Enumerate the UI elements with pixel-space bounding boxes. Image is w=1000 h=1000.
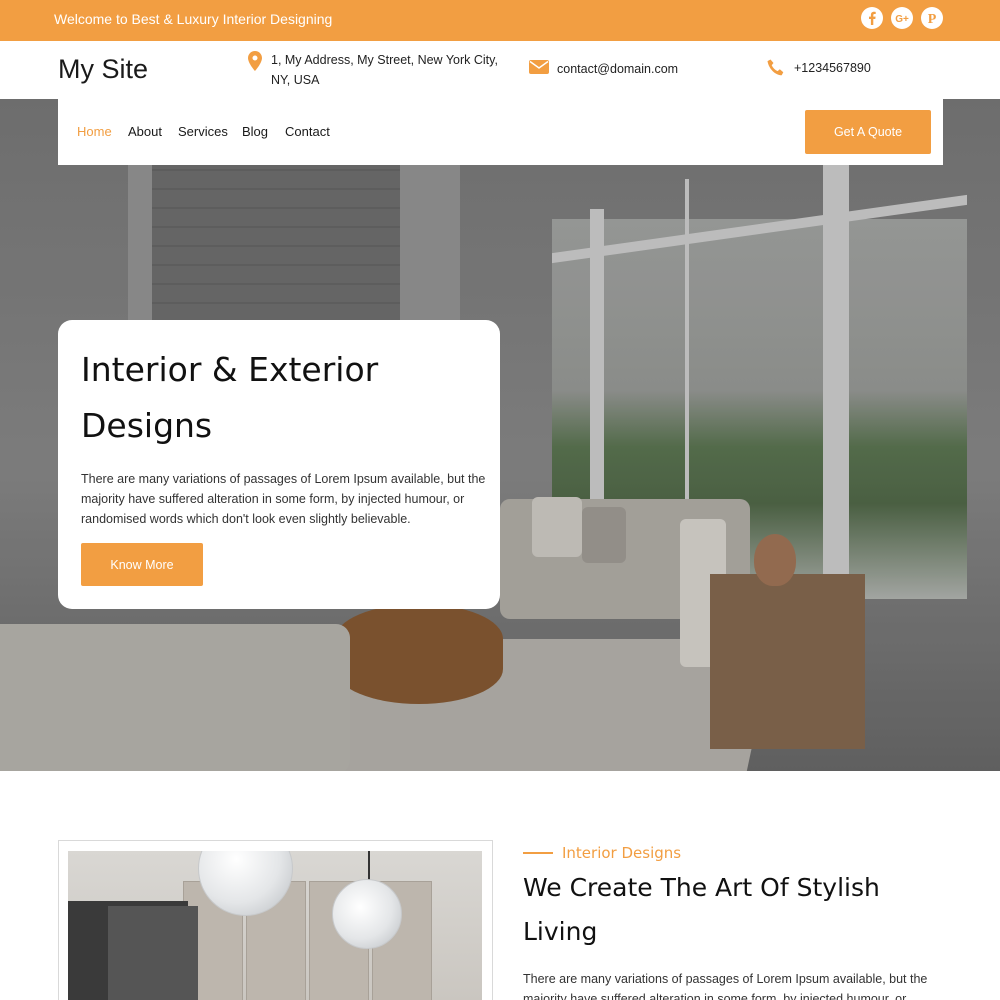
social-links: G+ P [861,7,943,29]
hero-title: Interior & Exterior Designs [81,350,379,445]
google-plus-icon[interactable]: G+ [891,7,913,29]
pendant-light [332,879,402,949]
eyebrow-line [523,852,553,854]
range-hood [108,906,198,1000]
know-more-button[interactable]: Know More [81,543,203,586]
nav-item-blog[interactable]: Blog [242,124,268,139]
nav-item-contact[interactable]: Contact [285,124,330,139]
pinterest-icon[interactable]: P [921,7,943,29]
nav-item-about[interactable]: About [128,124,162,139]
address-info: 1, My Address, My Street, New York City,… [247,50,516,90]
address-text: 1, My Address, My Street, New York City,… [271,53,498,87]
main-nav: Home About Services Blog Contact Get A Q… [58,99,943,165]
about-image [68,851,482,1000]
svg-text:G+: G+ [895,14,909,25]
envelope-icon [529,59,549,80]
section-eyebrow: Interior Designs [523,844,681,862]
email-text[interactable]: contact@domain.com [557,59,678,79]
site-header: My Site 1, My Address, My Street, New Yo… [0,41,1000,99]
about-title: We Create The Art Of Stylish Living [523,873,880,946]
hero-description: There are many variations of passages of… [81,472,486,526]
site-title[interactable]: My Site [58,54,148,85]
phone-icon [766,58,786,83]
top-bar: Welcome to Best & Luxury Interior Design… [0,0,1000,41]
get-quote-button[interactable]: Get A Quote [805,110,931,154]
welcome-text: Welcome to Best & Luxury Interior Design… [54,11,333,27]
nav-item-home[interactable]: Home [77,124,112,139]
facebook-icon[interactable] [861,7,883,29]
email-info: contact@domain.com [529,59,678,80]
pendant-cord [368,851,370,881]
about-description: There are many variations of passages of… [523,972,928,1000]
phone-info: +1234567890 [766,58,871,83]
eyebrow-text: Interior Designs [562,844,682,862]
phone-text[interactable]: +1234567890 [794,58,871,78]
hero-card: Interior & Exterior Designs There are ma… [58,320,500,609]
svg-text:P: P [928,12,937,27]
nav-item-services[interactable]: Services [178,124,228,139]
location-pin-icon [247,50,263,77]
